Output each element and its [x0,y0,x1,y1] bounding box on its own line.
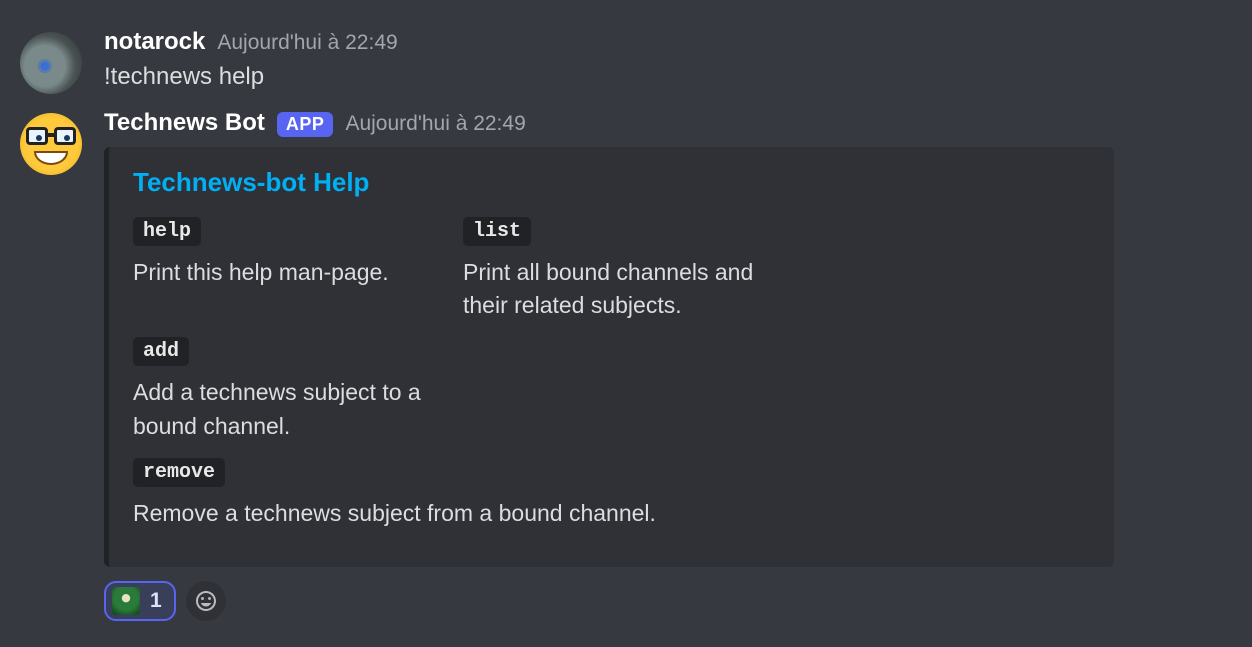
message-bot: Technews Bot APP Aujourd'hui à 22:49 Tec… [20,101,1222,627]
chat-log: notarock Aujourd'hui à 22:49 !technews h… [0,0,1252,647]
avatar-image [20,113,82,175]
embed-field-name: remove [133,458,225,487]
embed-field-value: Add a technews subject to a bound channe… [133,376,433,443]
bot-tag: APP [277,112,334,137]
add-reaction-button[interactable] [186,581,226,621]
username[interactable]: notarock [104,28,205,56]
embed-field-name: help [133,217,201,246]
reactions-bar: 1 [104,581,1222,621]
embed-title[interactable]: Technews-bot Help [133,167,1090,198]
avatar[interactable] [20,32,82,94]
embed: Technews-bot Help help Print this help m… [104,147,1114,567]
embed-field-help: help Print this help man-page. [133,216,433,323]
username[interactable]: Technews Bot [104,109,265,137]
avatar-image [20,32,82,94]
embed-field-name: add [133,337,189,366]
embed-field-name: list [463,217,531,246]
message-timestamp: Aujourd'hui à 22:49 [217,31,397,55]
reaction-button[interactable]: 1 [104,581,176,621]
embed-field-add: add Add a technews subject to a bound ch… [133,336,433,443]
avatar[interactable] [20,113,82,175]
message-content: !technews help [104,60,1222,95]
embed-field-value: Print this help man-page. [133,256,433,289]
embed-field-list: list Print all bound channels and their … [463,216,763,323]
embed-fields: help Print this help man-page. list Prin… [133,216,1090,545]
embed-field-value: Print all bound channels and their relat… [463,256,763,323]
smile-icon [194,589,218,613]
embed-field-value: Remove a technews subject from a bound c… [133,497,1090,530]
reaction-count: 1 [150,589,162,613]
message-timestamp: Aujourd'hui à 22:49 [345,112,525,136]
embed-field-remove: remove Remove a technews subject from a … [133,457,1090,530]
reaction-emoji-icon [112,587,140,615]
message-user: notarock Aujourd'hui à 22:49 !technews h… [20,20,1222,101]
